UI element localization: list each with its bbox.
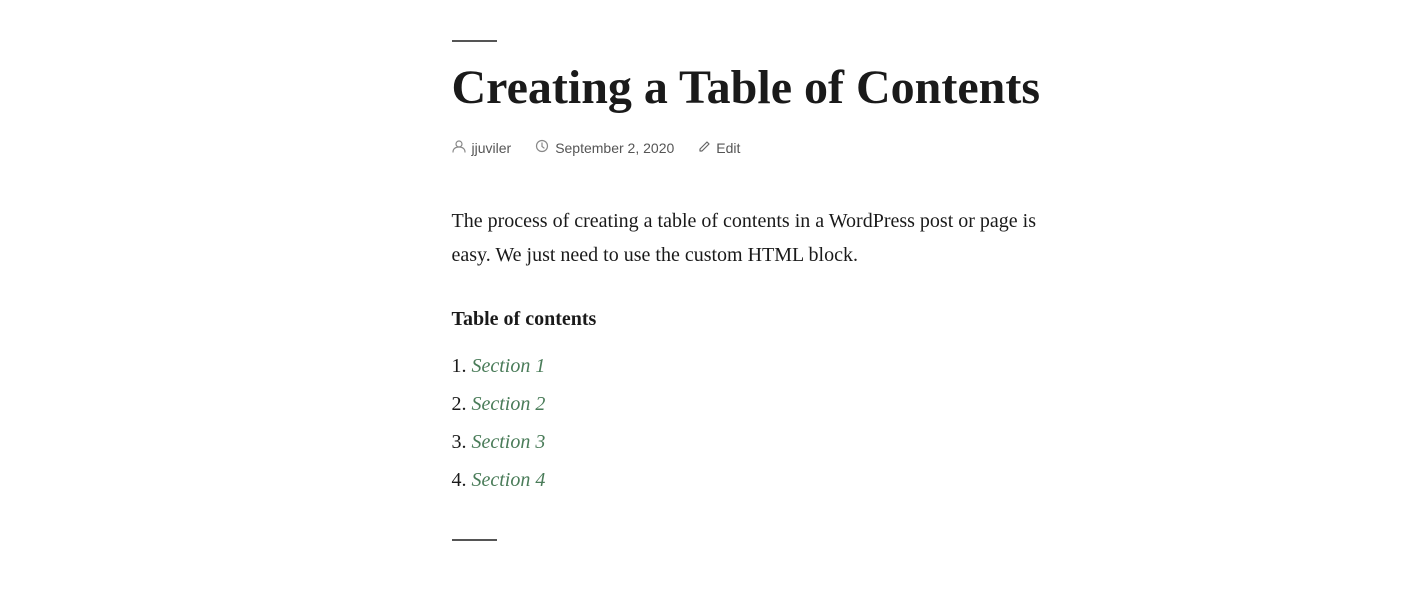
post-title: Creating a Table of Contents: [452, 60, 1072, 115]
post-date: September 2, 2020: [555, 140, 674, 156]
meta-date: September 2, 2020: [535, 139, 674, 156]
toc-list: 1. Section 1 2. Section 2 3. Section 3 4…: [452, 347, 1072, 499]
author-icon: [452, 139, 466, 156]
toc-link-4[interactable]: Section 4: [472, 469, 546, 491]
item-number: 3.: [452, 431, 472, 453]
toc-heading: Table of contents: [452, 308, 1072, 331]
edit-label: Edit: [716, 140, 740, 156]
item-number: 2.: [452, 393, 472, 415]
item-number: 4.: [452, 469, 472, 491]
bottom-rule: [452, 539, 497, 541]
list-item: 1. Section 1: [452, 347, 1072, 385]
author-name: jjuviler: [472, 140, 512, 156]
edit-link[interactable]: Edit: [698, 140, 740, 156]
page-wrapper: Creating a Table of Contents jjuviler Se…: [272, 0, 1132, 601]
toc-link-2[interactable]: Section 2: [472, 393, 546, 415]
meta-edit[interactable]: Edit: [698, 140, 740, 156]
post-body-text: The process of creating a table of conte…: [452, 204, 1072, 272]
edit-icon: [698, 140, 711, 156]
top-rule: [452, 40, 497, 42]
clock-icon: [535, 139, 549, 156]
list-item: 4. Section 4: [452, 461, 1072, 499]
meta-author: jjuviler: [452, 139, 512, 156]
toc-link-3[interactable]: Section 3: [472, 431, 546, 453]
post-meta: jjuviler September 2, 2020 Edit: [452, 139, 1072, 156]
list-item: 3. Section 3: [452, 423, 1072, 461]
item-number: 1.: [452, 355, 472, 377]
toc-link-1[interactable]: Section 1: [472, 355, 546, 377]
list-item: 2. Section 2: [452, 385, 1072, 423]
